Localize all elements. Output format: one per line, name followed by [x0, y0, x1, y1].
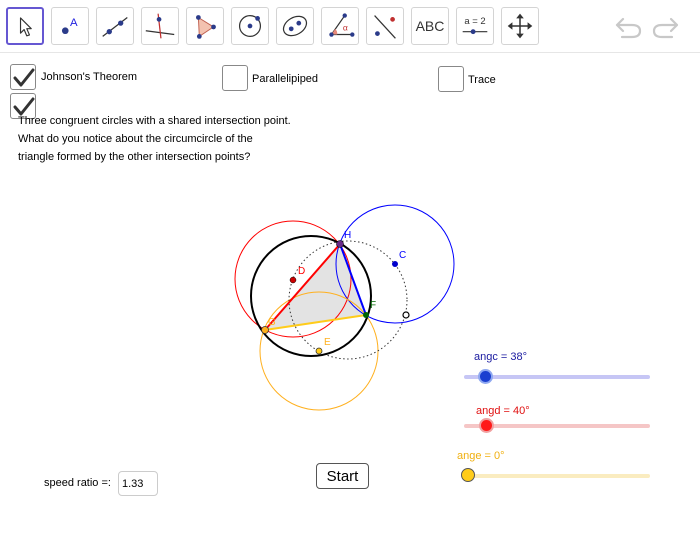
point-open[interactable] [402, 311, 410, 319]
label-c: C [399, 250, 406, 261]
speed-ratio-input[interactable] [118, 471, 158, 496]
speed-ratio-label: speed ratio =: [44, 477, 111, 489]
point-c[interactable] [392, 261, 398, 267]
point-d[interactable] [289, 276, 297, 284]
ange-slider-knob[interactable] [461, 468, 475, 482]
angd-slider-knob[interactable] [479, 418, 494, 433]
point-h[interactable] [336, 240, 344, 248]
label-d: D [298, 266, 305, 277]
label-e: E [324, 337, 331, 348]
angd-slider-label: angd = 40° [476, 405, 530, 417]
ange-slider-track[interactable] [464, 474, 650, 478]
ange-slider-label: ange = 0° [457, 450, 505, 462]
label-h: H [344, 230, 351, 241]
angc-slider-knob[interactable] [478, 369, 493, 384]
angc-slider-label: angc = 38° [474, 351, 528, 363]
start-button[interactable]: Start [316, 463, 369, 489]
label-f: F [370, 300, 376, 311]
point-f[interactable] [363, 312, 369, 318]
point-e[interactable] [315, 347, 323, 355]
label-g: G [268, 317, 276, 328]
